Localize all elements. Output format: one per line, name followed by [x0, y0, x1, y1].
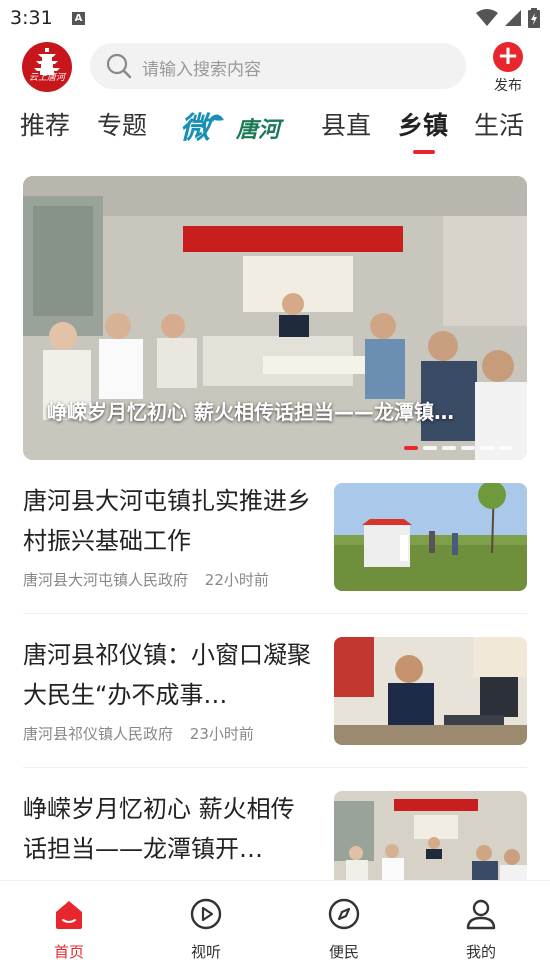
signal-icon [505, 10, 521, 26]
news-meta: 唐河县祁仪镇人民政府 23小时前 [23, 723, 254, 744]
category-tabs: 推荐 专题 微 唐河 县直 乡镇 生活 [0, 98, 550, 158]
tab-life[interactable]: 生活 [474, 106, 524, 142]
tab-county[interactable]: 县直 [321, 106, 371, 142]
nav-label: 我的 [465, 943, 496, 961]
carousel-dot [461, 446, 475, 450]
news-image [334, 483, 527, 591]
tab-recommend[interactable]: 推荐 [20, 106, 70, 142]
tab-topics[interactable]: 专题 [97, 106, 147, 142]
news-time: 22小时前 [204, 571, 269, 589]
nav-home[interactable]: 首页 [29, 897, 109, 962]
carousel-dot [499, 446, 513, 450]
status-time: 3:31 [10, 7, 53, 29]
app-header: 云上唐河 请输入搜索内容 + 发布 [0, 40, 550, 94]
pagoda-icon [34, 48, 60, 75]
news-thumbnail [334, 637, 527, 745]
status-bar: 3:31 A [0, 0, 550, 36]
brand-tab-text: 唐河 [236, 117, 281, 143]
news-title: 峥嵘岁月忆初心 薪火相传话担当——龙潭镇开… [23, 795, 295, 863]
nav-services[interactable]: 便民 [304, 897, 384, 962]
battery-icon [528, 8, 540, 28]
search-icon [106, 53, 132, 79]
app-logo[interactable]: 云上唐河 [22, 42, 72, 92]
news-title: 唐河县祁仪镇：小窗口凝聚大民生“办不成事… [23, 641, 311, 709]
carousel-indicators [404, 446, 513, 450]
carousel-dot [423, 446, 437, 450]
nav-media[interactable]: 视听 [166, 897, 246, 962]
divider [23, 767, 527, 768]
search-placeholder: 请输入搜索内容 [142, 60, 261, 80]
status-icons [476, 8, 540, 28]
search-input[interactable]: 请输入搜索内容 [90, 43, 466, 89]
news-item[interactable]: 峥嵘岁月忆初心 薪火相传话担当——龙潭镇开… [23, 789, 527, 899]
news-meta: 唐河县大河屯镇人民政府 22小时前 [23, 569, 269, 590]
news-title: 唐河县大河屯镇扎实推进乡村振兴基础工作 [23, 487, 311, 555]
publish-label: 发布 [494, 78, 522, 94]
carousel-dot [404, 446, 418, 450]
bottom-nav: 首页 视听 便民 我的 [0, 880, 550, 979]
carousel-dot [442, 446, 456, 450]
tab-towns[interactable]: 乡镇 [398, 106, 448, 142]
news-item[interactable]: 唐河县祁仪镇：小窗口凝聚大民生“办不成事… 唐河县祁仪镇人民政府 23小时前 [23, 635, 527, 747]
svg-text:微: 微 [180, 111, 215, 146]
news-image [334, 637, 527, 745]
nav-profile[interactable]: 我的 [441, 897, 521, 962]
news-item[interactable]: 唐河县大河屯镇扎实推进乡村振兴基础工作 唐河县大河屯镇人民政府 22小时前 [23, 481, 527, 593]
home-icon [56, 901, 82, 929]
nav-label: 首页 [53, 943, 84, 961]
news-time: 23小时前 [189, 725, 254, 743]
notification-icon: A [72, 12, 85, 25]
play-icon [190, 898, 222, 930]
active-tab-indicator [413, 150, 435, 154]
banner-caption: 峥嵘岁月忆初心 薪火相传话担当——龙潭镇… [47, 400, 454, 424]
publish-button[interactable]: + 发布 [488, 42, 528, 94]
banner-carousel[interactable]: 峥嵘岁月忆初心 薪火相传话担当——龙潭镇… [23, 176, 527, 460]
nav-label: 便民 [328, 943, 359, 961]
nav-label: 视听 [190, 943, 221, 961]
wifi-icon [476, 9, 498, 26]
news-thumbnail [334, 483, 527, 591]
logo-text: 云上唐河 [28, 73, 65, 83]
news-source: 唐河县祁仪镇人民政府 [23, 725, 174, 743]
user-icon [466, 899, 496, 930]
compass-icon [328, 898, 360, 930]
news-source: 唐河县大河屯镇人民政府 [23, 571, 189, 589]
plus-icon: + [493, 42, 523, 72]
carousel-dot [480, 446, 494, 450]
tab-weibo-tanghe[interactable]: 微 唐河 [180, 104, 290, 148]
divider [23, 613, 527, 614]
